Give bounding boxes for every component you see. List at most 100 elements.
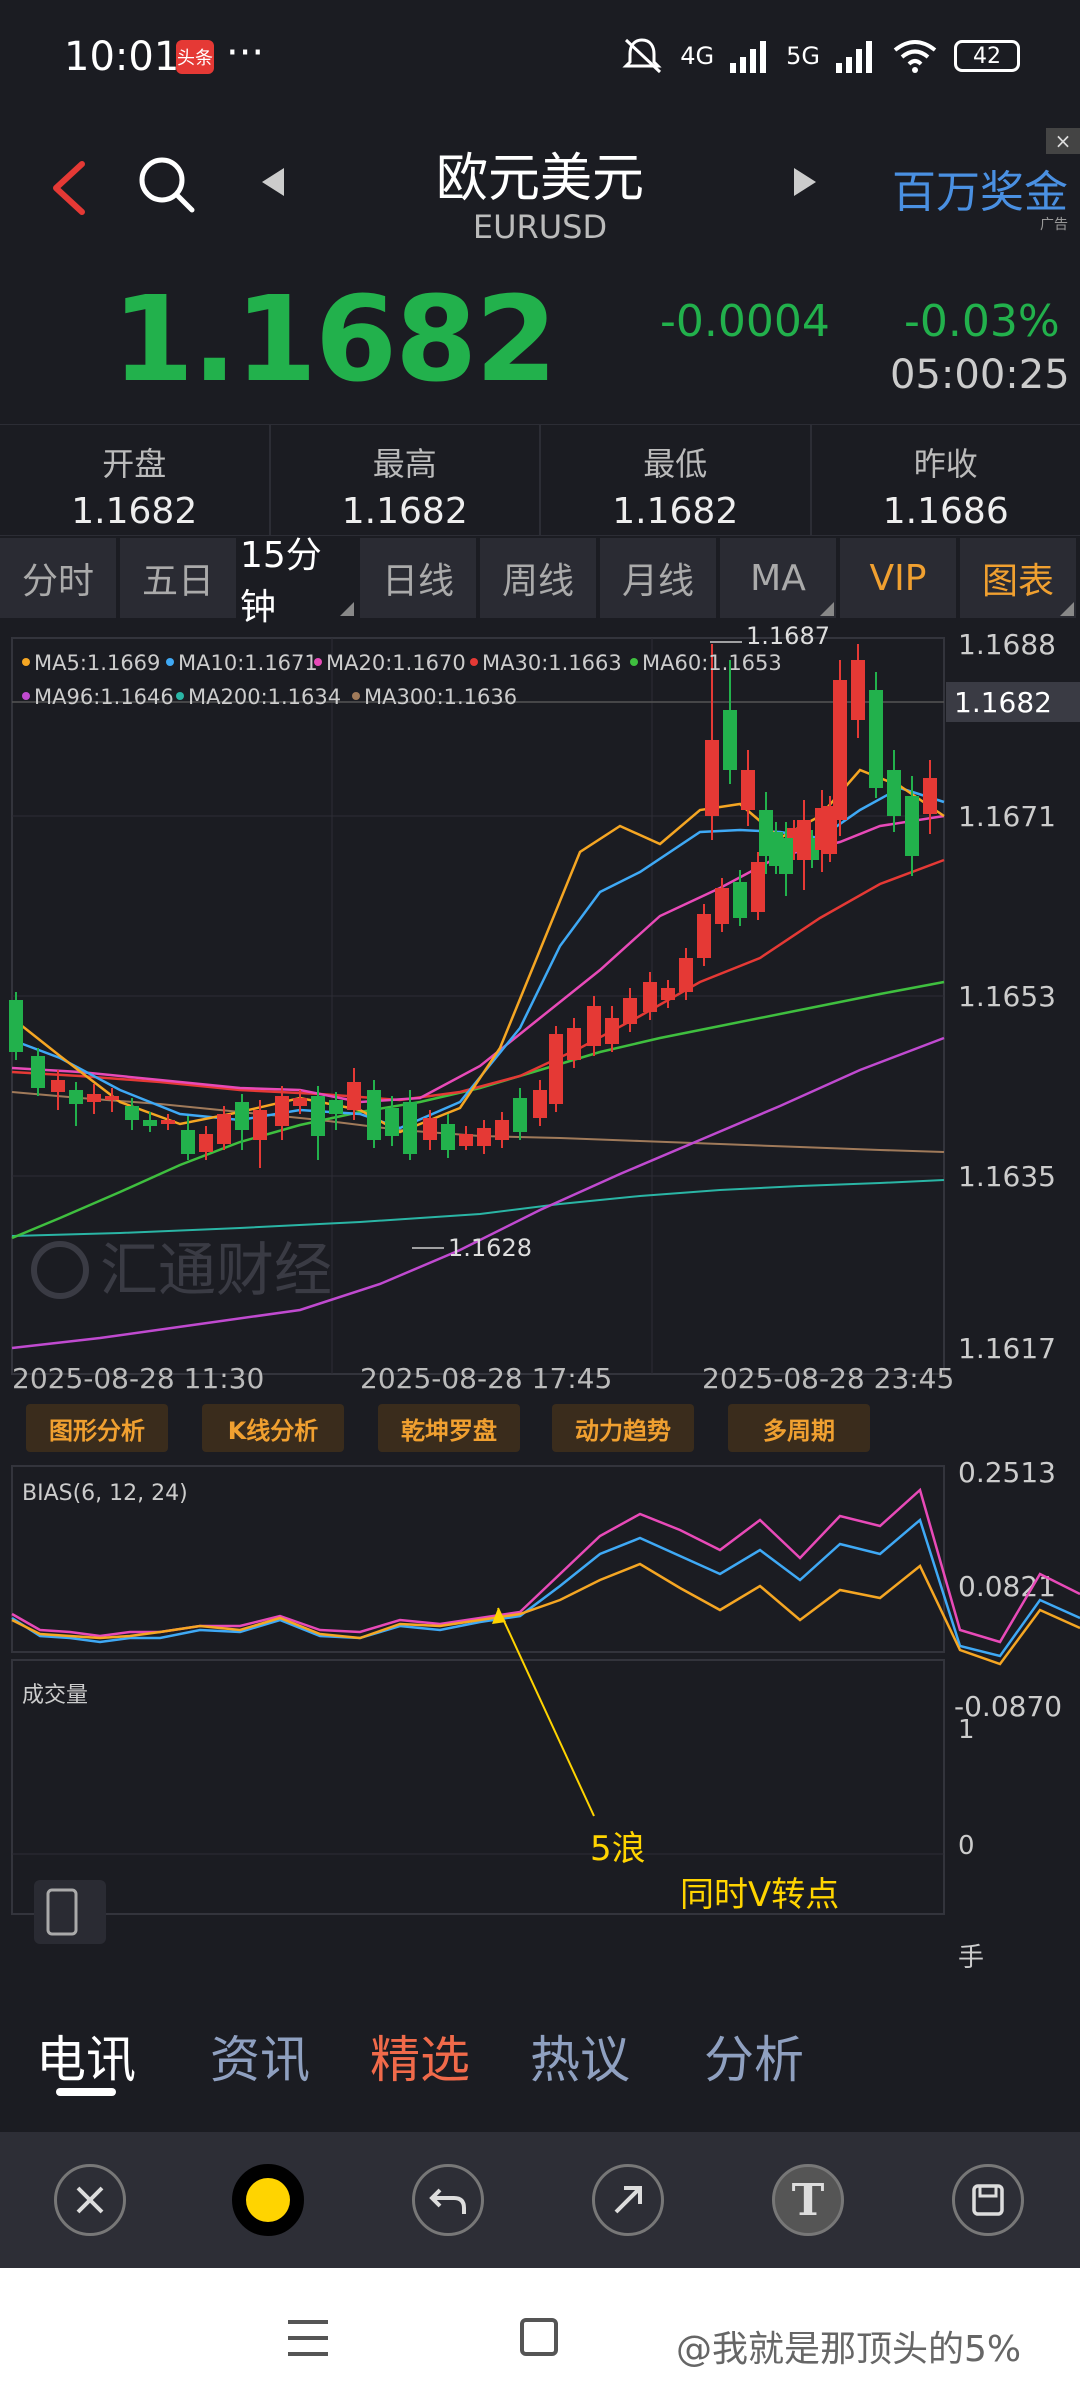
candle-body xyxy=(403,1102,417,1154)
candle-body xyxy=(587,1006,601,1046)
stat-label: 开盘 xyxy=(102,445,167,483)
legend-entry: MA10:1.1671 xyxy=(178,651,318,675)
price-change-percent: -0.03% xyxy=(904,296,1060,347)
tab-five-day[interactable]: 五日 xyxy=(120,538,236,618)
tab-monthly[interactable]: 月线 xyxy=(600,538,716,618)
annotation-arrow-line xyxy=(497,1607,595,1817)
volume-tick: 手 xyxy=(958,1943,984,1973)
tab-daily[interactable]: 日线 xyxy=(360,538,476,618)
stat-low: 最低 1.1682 xyxy=(541,425,812,535)
tool-momentum[interactable]: 动力趋势 xyxy=(552,1404,694,1452)
legend-entry: MA20:1.1670 xyxy=(326,651,466,675)
low-price-label: 1.1628 xyxy=(448,1234,532,1262)
candle-body xyxy=(477,1128,491,1146)
mute-icon xyxy=(622,38,662,74)
candle-body xyxy=(105,1096,119,1100)
save-tool-button[interactable] xyxy=(952,2164,1024,2236)
candle-body xyxy=(513,1098,527,1132)
candle-body xyxy=(715,888,729,924)
ad-close-icon[interactable]: × xyxy=(1046,128,1080,154)
news-tabs: 电讯 资讯 精选 热议 分析 xyxy=(0,1980,1080,2120)
tool-graph-analysis[interactable]: 图形分析 xyxy=(26,1404,168,1452)
tab-15min[interactable]: 15分钟 xyxy=(240,535,356,628)
ma200-line xyxy=(11,1179,945,1237)
news-tab-news[interactable]: 资讯 xyxy=(210,2020,310,2092)
tool-multi-period[interactable]: 多周期 xyxy=(728,1404,870,1452)
tab-intraday[interactable]: 分时 xyxy=(0,538,116,618)
undo-button[interactable] xyxy=(412,2164,484,2236)
color-picker-button[interactable] xyxy=(232,2164,304,2236)
bias-tick: 0.2513 xyxy=(958,1456,1056,1489)
candle-body xyxy=(815,808,829,850)
volume-title: 成交量 xyxy=(22,1683,88,1708)
battery-icon: 42 xyxy=(954,40,1020,72)
price-tick: 1.1635 xyxy=(958,1160,1056,1193)
stat-label: 最低 xyxy=(643,445,708,483)
tab-ma[interactable]: MA xyxy=(720,538,836,618)
price-change: -0.0004 xyxy=(660,296,830,347)
candle-body xyxy=(423,1118,437,1140)
candle-body xyxy=(533,1090,547,1118)
yellow-color-swatch xyxy=(246,2178,290,2222)
tool-kline-analysis[interactable]: K线分析 xyxy=(202,1404,344,1452)
legend-dot xyxy=(22,658,30,666)
price-tick: 1.1617 xyxy=(958,1332,1056,1365)
signal-icon-2 xyxy=(836,41,872,73)
news-tab-telegraph[interactable]: 电讯 xyxy=(36,2020,136,2092)
close-tool-button[interactable] xyxy=(54,2164,126,2236)
legend-dot xyxy=(630,658,638,666)
candle-body xyxy=(199,1134,213,1152)
home-icon[interactable] xyxy=(520,2318,558,2356)
tab-label: 15分钟 xyxy=(240,535,322,628)
arrow-tool-button[interactable] xyxy=(592,2164,664,2236)
ad-banner[interactable]: 百万奖金 xyxy=(892,156,1068,220)
ma-legend: MA5:1.1669 MA10:1.1671 MA20:1.1670 MA30:1.1… xyxy=(22,651,782,709)
annotation-note-text: 同时V转点 xyxy=(680,1875,839,1915)
candle-body xyxy=(161,1120,175,1124)
legend-dot xyxy=(314,658,322,666)
candle-body xyxy=(69,1090,83,1104)
candle-body xyxy=(679,958,693,992)
candle-body xyxy=(235,1102,249,1130)
price-tick-current: 1.1682 xyxy=(954,686,1052,719)
legend-dot xyxy=(352,692,360,700)
candle-body xyxy=(217,1114,231,1144)
candle-body xyxy=(385,1108,399,1136)
stat-open: 开盘 1.1682 xyxy=(0,425,271,535)
candle-body xyxy=(311,1096,325,1136)
ad-label: 广告 xyxy=(1040,217,1068,233)
stat-value: 1.1686 xyxy=(882,491,1009,532)
chart-watermark: 汇通财经 xyxy=(100,1236,332,1304)
candle-body xyxy=(51,1080,65,1092)
network-5g-label: 5G xyxy=(786,42,820,70)
candle-body xyxy=(495,1120,509,1140)
tab-weekly[interactable]: 周线 xyxy=(480,538,596,618)
high-price-label: 1.1687 xyxy=(746,622,830,650)
tab-chart[interactable]: 图表 xyxy=(960,538,1076,618)
news-tab-discussion[interactable]: 热议 xyxy=(530,2020,630,2092)
news-tab-featured[interactable]: 精选 xyxy=(370,2020,470,2092)
candle-body xyxy=(643,982,657,1012)
tool-compass[interactable]: 乾坤罗盘 xyxy=(378,1404,520,1452)
kline-chart[interactable]: 汇通财经 1.1687 1.1628 1.1688 1.1682 1.1671 … xyxy=(0,620,1080,1980)
dropdown-corner-icon xyxy=(340,602,354,616)
stat-value: 1.1682 xyxy=(71,491,198,532)
status-bar: 10:01 头条 ··· 4G 5G 42 xyxy=(0,0,1080,120)
tab-label: MA xyxy=(750,557,806,599)
candle-body xyxy=(31,1056,45,1088)
volume-tick: 1 xyxy=(958,1715,975,1745)
text-tool-button[interactable]: T xyxy=(772,2164,844,2236)
candle-body xyxy=(329,1100,343,1114)
news-tab-analysis[interactable]: 分析 xyxy=(704,2020,804,2092)
candle-body xyxy=(125,1106,139,1120)
candle-body xyxy=(697,914,711,958)
candle-body xyxy=(833,680,847,820)
price-tick: 1.1671 xyxy=(958,800,1056,833)
signal-icon xyxy=(730,41,767,73)
next-symbol-icon[interactable] xyxy=(794,168,816,196)
recent-apps-icon[interactable] xyxy=(288,2320,328,2356)
dropdown-corner-icon xyxy=(820,602,834,616)
tab-vip[interactable]: VIP xyxy=(840,538,956,618)
bias-title: BIAS(6, 12, 24) xyxy=(22,1481,188,1506)
ma30-line xyxy=(11,858,945,1102)
